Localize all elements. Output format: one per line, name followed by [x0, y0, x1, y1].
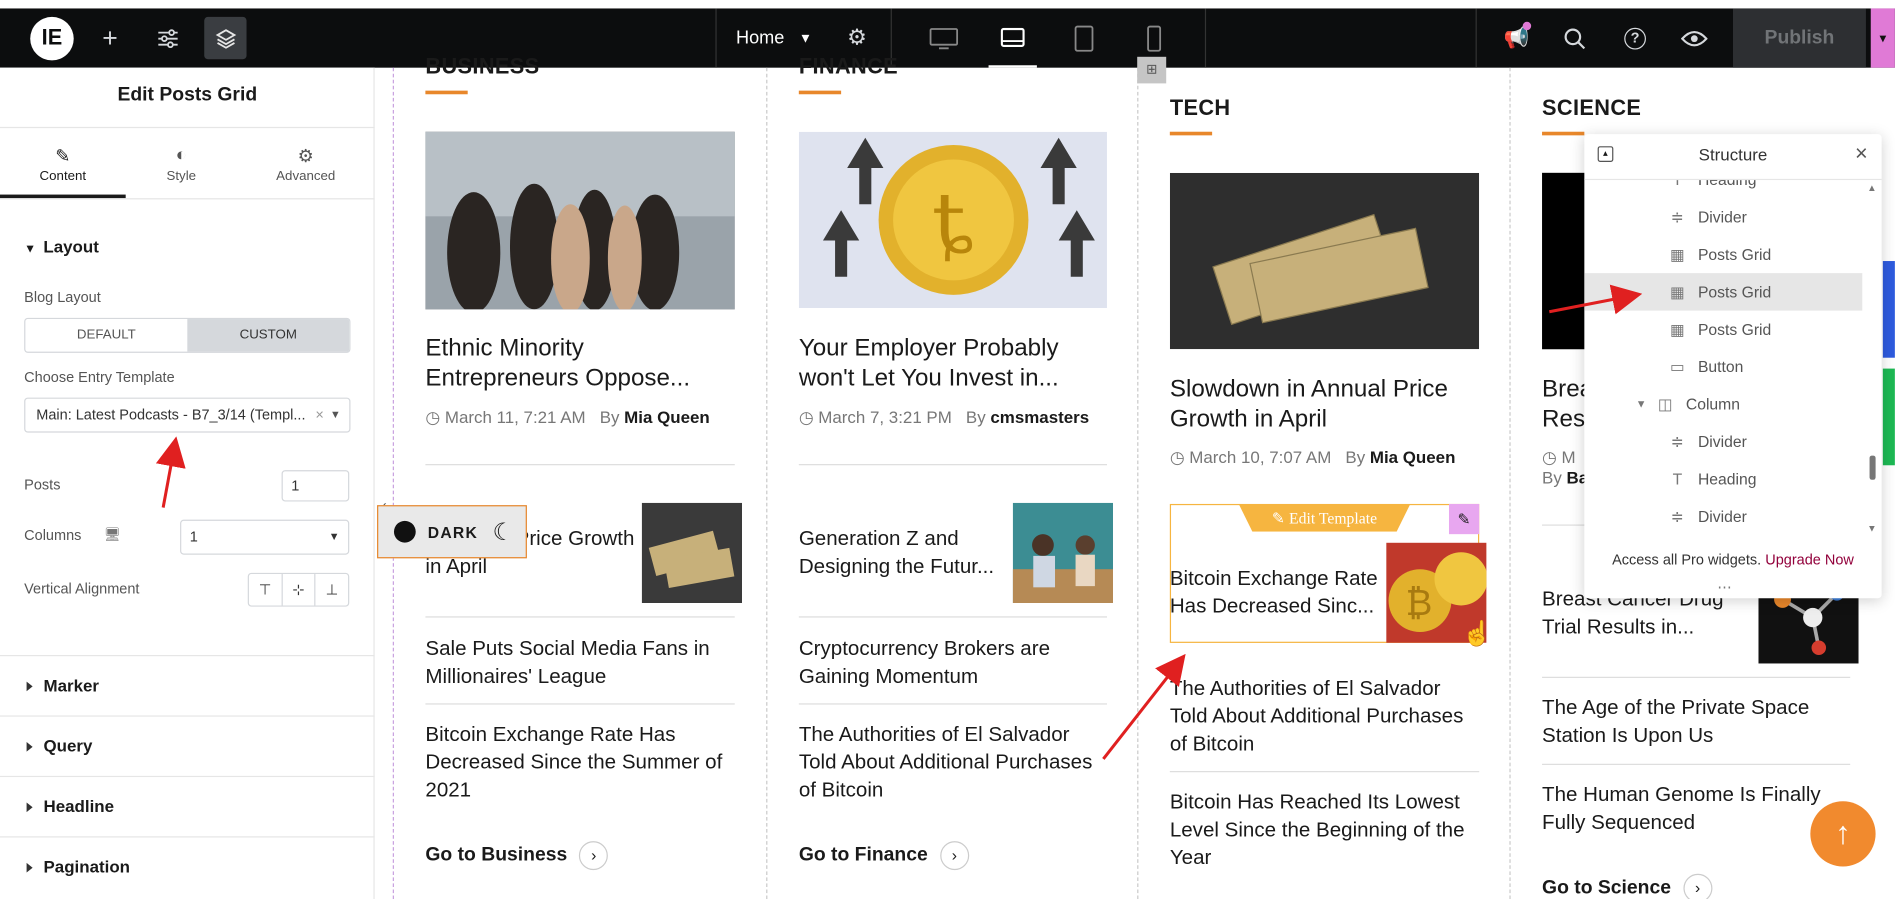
annotation-arrows — [155, 284, 1643, 760]
arrow-up-icon: ↑ — [1835, 814, 1851, 851]
back-to-top-button[interactable]: ↑ — [1810, 801, 1876, 867]
